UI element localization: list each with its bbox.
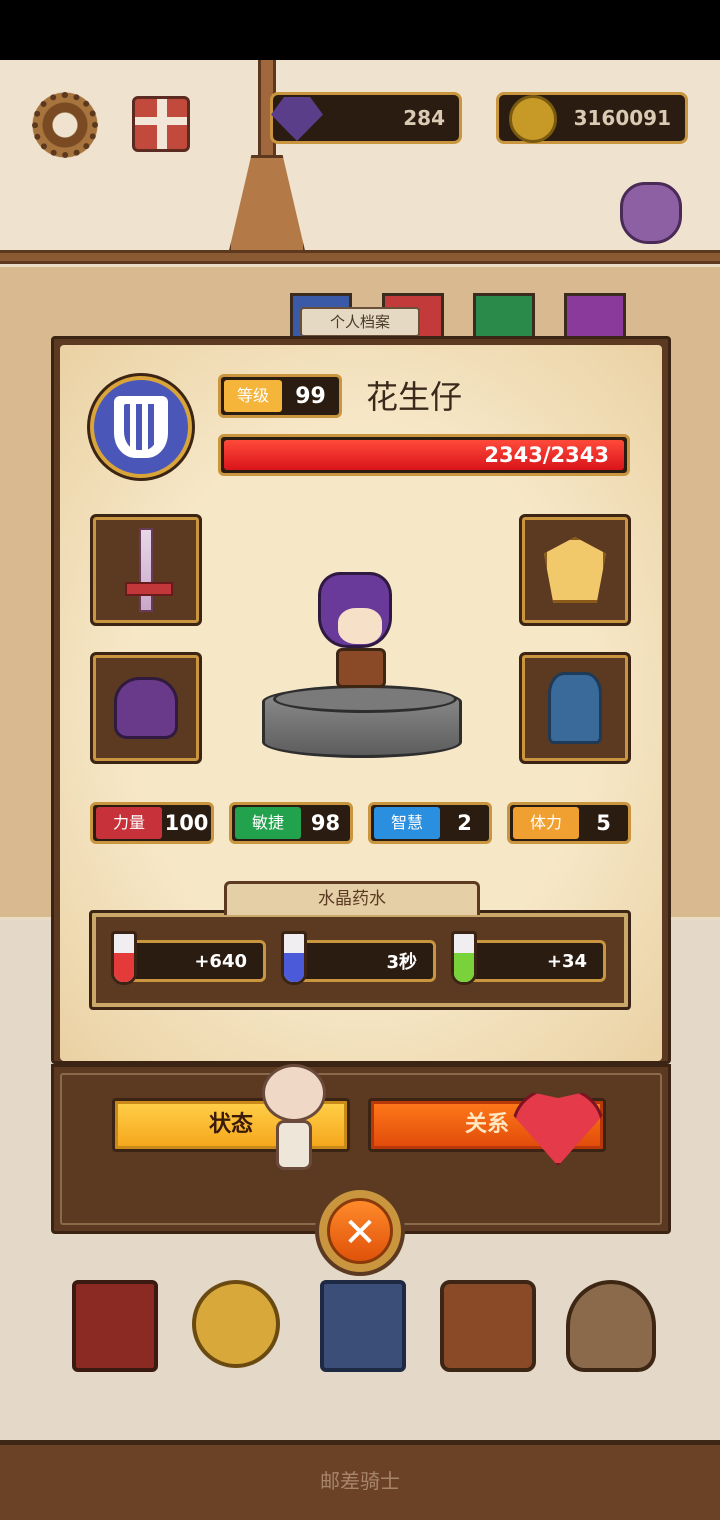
potion-value: +34	[546, 950, 587, 972]
tab-profile[interactable]: 个人档案	[300, 307, 420, 337]
journal-book-icon[interactable]	[72, 1280, 158, 1372]
stat-value: 98	[310, 811, 341, 835]
accessory-slot[interactable]	[519, 514, 631, 626]
armor-slot[interactable]	[519, 652, 631, 764]
sword-icon	[125, 528, 173, 612]
armor-icon	[548, 672, 602, 744]
treasure-sack-icon[interactable]	[566, 1280, 656, 1372]
card-deck-icon[interactable]	[320, 1280, 406, 1372]
stat-label: 体力	[513, 807, 579, 839]
star-coin-icon[interactable]	[192, 1280, 280, 1368]
stamina-potion[interactable]: +34	[451, 931, 606, 985]
settings-gear-icon[interactable]	[32, 92, 98, 158]
gem-count: 284	[403, 106, 445, 130]
stat-label: 力量	[96, 807, 162, 839]
hp-potion-icon	[111, 931, 137, 985]
coin-icon	[509, 95, 557, 143]
hp-text: 2343/2343	[484, 443, 609, 467]
wooden-beam	[0, 250, 720, 264]
coin-counter[interactable]: 3160091	[496, 92, 688, 144]
class-emblem-icon	[90, 376, 192, 478]
upper-wall	[0, 60, 720, 255]
potion-value: 3秒	[386, 952, 417, 973]
stat-strength: 力量 100	[90, 802, 214, 844]
level-value: 99	[295, 383, 326, 409]
gem-counter[interactable]: 284	[270, 92, 462, 144]
stat-stamina: 体力 5	[507, 802, 631, 844]
weapon-slot[interactable]	[90, 514, 202, 626]
crest-icon	[544, 537, 606, 603]
stamina-potion-icon	[451, 931, 477, 985]
close-button[interactable]: ✕	[315, 1186, 405, 1276]
stat-intelligence: 智慧 2	[368, 802, 492, 844]
stone-pedestal	[262, 685, 462, 758]
stat-value: 5	[596, 811, 611, 835]
close-icon: ✕	[327, 1198, 393, 1264]
hero-character	[318, 572, 408, 690]
stat-label: 敏捷	[235, 807, 301, 839]
gem-icon	[271, 97, 323, 141]
potion-value: +640	[194, 950, 247, 972]
helmet-slot[interactable]	[90, 652, 202, 764]
stat-label: 智慧	[374, 807, 440, 839]
coin-count: 3160091	[573, 106, 671, 130]
potion-title: 水晶药水	[224, 881, 480, 915]
cooldown-potion[interactable]: 3秒	[281, 931, 436, 985]
chibi-character	[262, 1064, 328, 1172]
helmet-icon	[114, 677, 178, 739]
stat-agility: 敏捷 98	[229, 802, 353, 844]
stat-value: 100	[164, 811, 209, 835]
cooldown-potion-icon	[281, 931, 307, 985]
hp-bar: 2343/2343	[218, 434, 630, 476]
status-bar	[0, 0, 720, 60]
hp-potion[interactable]: +640	[111, 931, 266, 985]
level-label: 等级	[224, 380, 282, 412]
stat-value: 2	[457, 811, 472, 835]
level-badge: 等级 99	[218, 374, 342, 418]
magic-bag-icon[interactable]	[620, 182, 682, 244]
gift-icon[interactable]	[132, 96, 190, 152]
footer-label: 邮差骑士	[320, 1469, 400, 1493]
inventory-bag-icon[interactable]	[440, 1280, 536, 1372]
character-name: 花生仔	[366, 378, 463, 416]
